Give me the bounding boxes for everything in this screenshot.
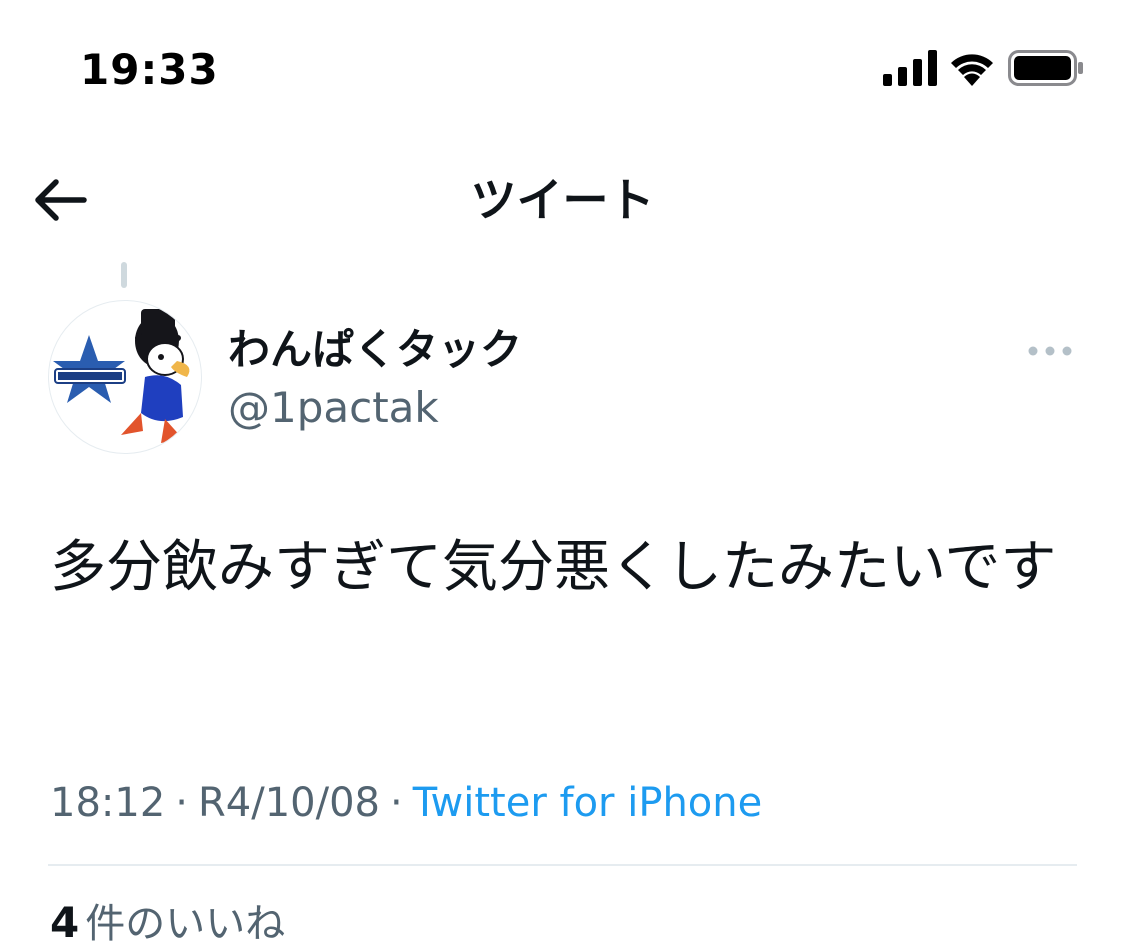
tweet-time: 18:12 <box>50 780 166 826</box>
page-title: ツイート <box>470 173 655 227</box>
tweet-text: 多分飲みすぎて気分悪くしたみたいです <box>50 535 1057 600</box>
meta-separator: · <box>175 780 188 826</box>
status-bar: 19:33 <box>0 0 1125 140</box>
tweet-date: R4/10/08 <box>198 780 380 826</box>
author-display-name[interactable]: わんぱくタック <box>228 322 522 378</box>
more-options-button[interactable] <box>1022 334 1078 368</box>
cellular-signal-icon <box>883 50 937 86</box>
likes-count: 4 <box>50 898 80 947</box>
navigation-header: ツイート <box>0 150 1125 250</box>
likes-row[interactable]: 4 件のいいね <box>50 896 285 951</box>
status-time: 19:33 <box>80 45 219 94</box>
thread-connector-line <box>121 262 127 288</box>
cartoon-character <box>121 309 190 443</box>
battery-icon <box>1008 50 1083 86</box>
meta-separator: · <box>390 780 403 826</box>
wifi-icon <box>951 54 993 86</box>
author-avatar[interactable] <box>48 300 202 454</box>
tweet-meta: 18:12 · R4/10/08 · Twitter for iPhone <box>50 776 762 830</box>
tweet-source-link[interactable]: Twitter for iPhone <box>413 780 763 826</box>
more-options-icon <box>1028 346 1072 356</box>
team-star-logo <box>53 335 126 403</box>
avatar-illustration <box>53 309 190 443</box>
likes-label: 件のいいね <box>85 901 286 947</box>
divider <box>48 864 1077 866</box>
author-handle[interactable]: @1pactak <box>228 380 439 436</box>
